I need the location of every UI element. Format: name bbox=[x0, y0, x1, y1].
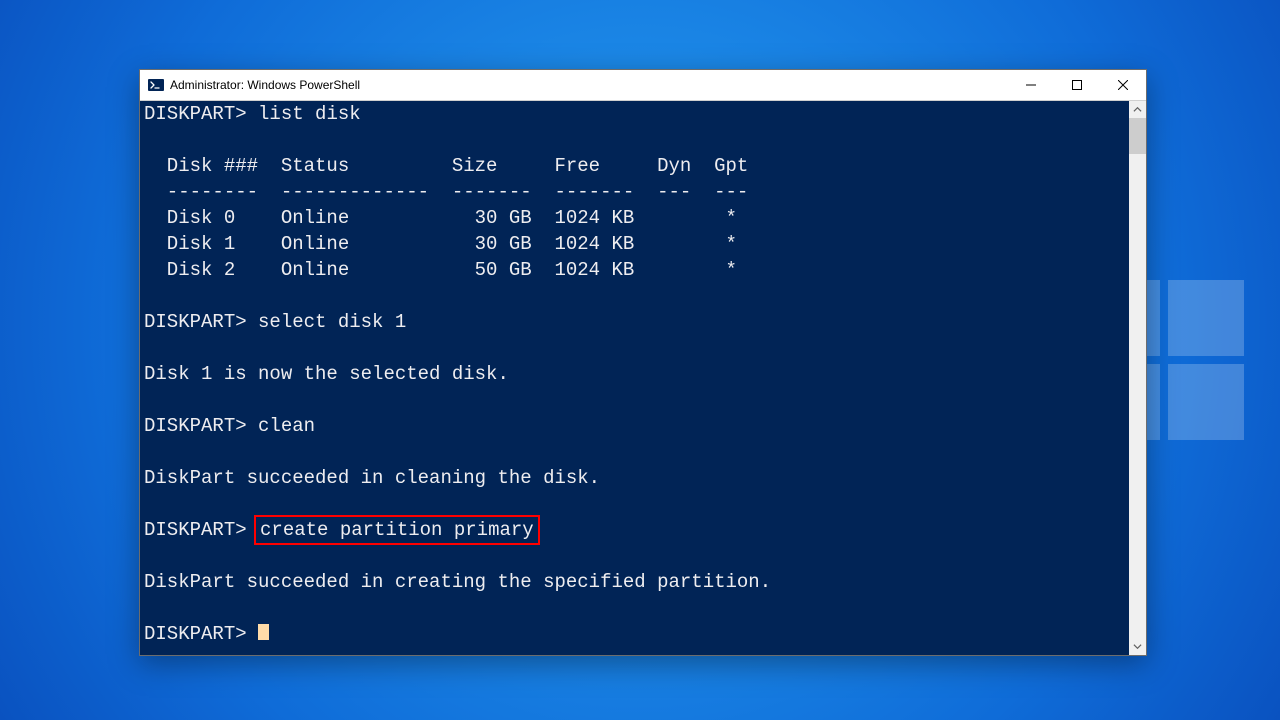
output-text: Disk 1 is now the selected disk. bbox=[144, 363, 509, 385]
powershell-window: Administrator: Windows PowerShell DISKPA… bbox=[139, 69, 1147, 656]
titlebar[interactable]: Administrator: Windows PowerShell bbox=[140, 70, 1146, 101]
minimize-button[interactable] bbox=[1008, 70, 1054, 100]
prompt: DISKPART> bbox=[144, 519, 247, 541]
prompt: DISKPART> bbox=[144, 311, 247, 333]
table-row: Disk 0 Online 30 GB 1024 KB * bbox=[144, 207, 737, 229]
output-text: DiskPart succeeded in cleaning the disk. bbox=[144, 467, 600, 489]
table-row: Disk 2 Online 50 GB 1024 KB * bbox=[144, 259, 737, 281]
maximize-button[interactable] bbox=[1054, 70, 1100, 100]
command-text: create partition primary bbox=[260, 519, 534, 541]
table-divider: -------- ------------- ------- ------- -… bbox=[144, 181, 748, 203]
terminal-output[interactable]: DISKPART> list disk Disk ### Status Size… bbox=[140, 101, 1129, 655]
output-text: DiskPart succeeded in creating the speci… bbox=[144, 571, 771, 593]
scrollbar-thumb[interactable] bbox=[1129, 118, 1146, 154]
window-title: Administrator: Windows PowerShell bbox=[170, 78, 360, 92]
table-header: Disk ### Status Size Free Dyn Gpt bbox=[144, 155, 748, 177]
highlighted-command: create partition primary bbox=[254, 515, 540, 545]
prompt: DISKPART> bbox=[144, 415, 247, 437]
desktop-wallpaper: Administrator: Windows PowerShell DISKPA… bbox=[0, 0, 1280, 720]
prompt: DISKPART> bbox=[144, 623, 247, 645]
scrollbar-track[interactable] bbox=[1129, 118, 1146, 638]
scroll-up-button[interactable] bbox=[1129, 101, 1146, 118]
powershell-icon bbox=[148, 77, 164, 93]
command-text: clean bbox=[258, 415, 315, 437]
command-text: list disk bbox=[258, 103, 361, 125]
client-area: DISKPART> list disk Disk ### Status Size… bbox=[140, 101, 1146, 655]
prompt: DISKPART> bbox=[144, 103, 247, 125]
scroll-down-button[interactable] bbox=[1129, 638, 1146, 655]
cursor bbox=[258, 624, 269, 640]
vertical-scrollbar[interactable] bbox=[1129, 101, 1146, 655]
close-button[interactable] bbox=[1100, 70, 1146, 100]
table-row: Disk 1 Online 30 GB 1024 KB * bbox=[144, 233, 737, 255]
command-text: select disk 1 bbox=[258, 311, 406, 333]
